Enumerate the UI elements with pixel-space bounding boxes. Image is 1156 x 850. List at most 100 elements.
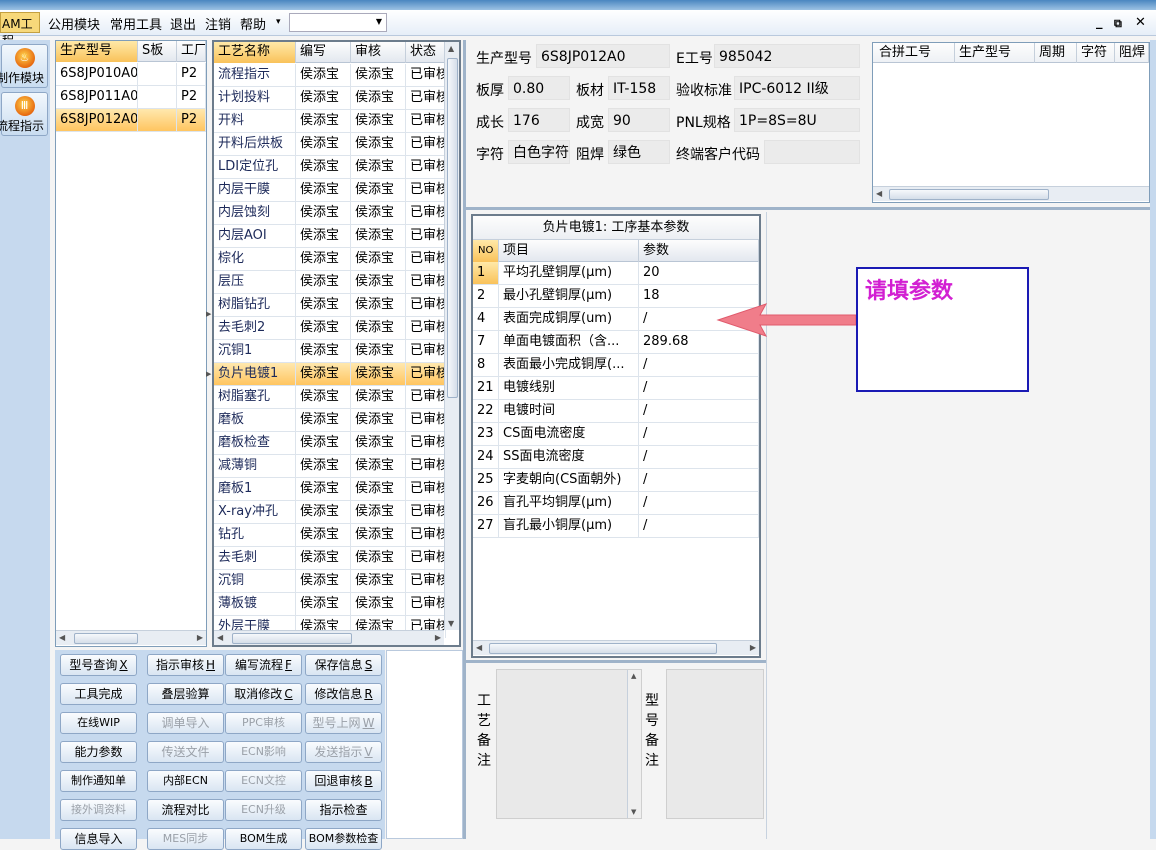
col-combined-mask[interactable]: 阻焊	[1115, 43, 1149, 63]
table-row[interactable]: 负片电镀1 侯添宝 侯添宝 已审核	[214, 363, 446, 386]
horizontal-splitter[interactable]	[466, 207, 1156, 210]
model-list-hscrollbar[interactable]: ◀ ▶	[56, 630, 206, 645]
table-row[interactable]: 树脂钻孔 侯添宝 侯添宝 已审核	[214, 294, 446, 317]
menu-item-logout[interactable]: 注销	[205, 14, 231, 33]
action-button[interactable]: 回退审核 B	[305, 770, 382, 792]
splitter-grip-icon[interactable]: ▶	[206, 370, 211, 378]
cell-value[interactable]: /	[639, 446, 759, 468]
action-button[interactable]: 保存信息 S	[305, 654, 382, 676]
table-row[interactable]: 内层干膜 侯添宝 侯添宝 已审核	[214, 179, 446, 202]
model-field[interactable]: 6S8JP012A0	[536, 44, 670, 68]
action-button[interactable]: 发送指示 V	[305, 741, 382, 763]
col-status[interactable]: 状态	[406, 42, 446, 63]
menu-item-common-tools[interactable]: 常用工具	[110, 14, 162, 33]
table-row[interactable]: 开料后烘板 侯添宝 侯添宝 已审核	[214, 133, 446, 156]
restore-button[interactable]: ⧉	[1114, 17, 1122, 31]
pnl-field[interactable]: 1P=8S=8U	[734, 108, 860, 132]
process-list-hscrollbar[interactable]: ◀ ▶	[214, 630, 444, 645]
menu-item-public-module[interactable]: 公用模块	[48, 14, 100, 33]
action-button[interactable]: 编写流程 F	[225, 654, 302, 676]
action-button[interactable]: 在线WIP	[60, 712, 137, 734]
table-row[interactable]: 25 字麦朝向(CS面朝外) /	[473, 469, 759, 492]
cell-value[interactable]: /	[639, 492, 759, 514]
memo-splitter[interactable]	[466, 660, 766, 663]
action-button[interactable]: ECN升级	[225, 799, 302, 821]
cell-value[interactable]: 20	[639, 262, 759, 284]
table-row[interactable]: 磨板检查 侯添宝 侯添宝 已审核	[214, 432, 446, 455]
action-button[interactable]: MES同步	[147, 828, 224, 850]
table-row[interactable]: 26 盲孔平均铜厚(μm) /	[473, 492, 759, 515]
table-row[interactable]: 棕化 侯添宝 侯添宝 已审核	[214, 248, 446, 271]
vertical-splitter[interactable]	[463, 40, 466, 839]
action-button[interactable]: 内部ECN	[147, 770, 224, 792]
action-button[interactable]: 调单导入	[147, 712, 224, 734]
table-row[interactable]: 1 平均孔壁铜厚(μm) 20	[473, 262, 759, 285]
scroll-thumb[interactable]	[74, 633, 138, 644]
scroll-down-icon[interactable]: ▼	[631, 808, 636, 816]
length-field[interactable]: 176	[508, 108, 570, 132]
scroll-up-icon[interactable]: ▲	[448, 44, 454, 53]
col-s-board[interactable]: S板	[138, 41, 177, 62]
table-row[interactable]: 6S8JP010A0 P2	[56, 63, 206, 86]
table-row[interactable]: 27 盲孔最小铜厚(μm) /	[473, 515, 759, 538]
action-button[interactable]: 叠层验算	[147, 683, 224, 705]
action-button[interactable]: 指示检查	[305, 799, 382, 821]
menu-overflow-chevron-icon[interactable]: ▾	[276, 17, 281, 27]
scroll-thumb[interactable]	[232, 633, 352, 644]
table-row[interactable]: 6S8JP012A0 P2	[56, 109, 206, 132]
action-button[interactable]: 流程对比	[147, 799, 224, 821]
col-reviewer[interactable]: 审核	[351, 42, 406, 63]
scroll-left-icon[interactable]: ◀	[476, 643, 482, 652]
action-button[interactable]: ECN影响	[225, 741, 302, 763]
table-row[interactable]: 计划投料 侯添宝 侯添宝 已审核	[214, 87, 446, 110]
table-row[interactable]: 去毛刺2 侯添宝 侯添宝 已审核	[214, 317, 446, 340]
action-button[interactable]: PPC审核	[225, 712, 302, 734]
table-row[interactable]: 沉铜1 侯添宝 侯添宝 已审核	[214, 340, 446, 363]
process-list-vscrollbar[interactable]: ▲ ▼	[444, 42, 459, 630]
table-row[interactable]: 24 SS面电流密度 /	[473, 446, 759, 469]
action-button[interactable]: 制作通知单	[60, 770, 137, 792]
customer-code-field[interactable]	[764, 140, 860, 164]
material-field[interactable]: IT-158	[608, 76, 670, 100]
cell-value[interactable]: /	[639, 469, 759, 491]
table-row[interactable]: X-ray冲孔 侯添宝 侯添宝 已审核	[214, 501, 446, 524]
action-button[interactable]: BOM参数检查	[305, 828, 382, 850]
scroll-left-icon[interactable]: ◀	[876, 189, 882, 198]
cell-value[interactable]: /	[639, 515, 759, 537]
table-row[interactable]: 钻孔 侯添宝 侯添宝 已审核	[214, 524, 446, 547]
action-button[interactable]: 型号查询 X	[60, 654, 137, 676]
action-button[interactable]: ECN文控	[225, 770, 302, 792]
scroll-right-icon[interactable]: ▶	[197, 633, 203, 642]
sidebar-item-process-instruction[interactable]: Ⅲ 流程指示	[0, 92, 48, 136]
cell-value[interactable]: /	[639, 354, 759, 376]
col-item[interactable]: 项目	[499, 240, 639, 262]
action-button[interactable]: 接外调资料	[60, 799, 137, 821]
combined-hscrollbar[interactable]: ◀	[873, 186, 1149, 201]
table-row[interactable]: 磨板 侯添宝 侯添宝 已审核	[214, 409, 446, 432]
scroll-right-icon[interactable]: ▶	[750, 643, 756, 652]
close-button[interactable]: ✕	[1135, 15, 1146, 30]
solder-mask-field[interactable]: 绿色	[608, 140, 670, 164]
cell-value[interactable]: /	[639, 400, 759, 422]
memo-vscrollbar[interactable]: ▲ ▼	[627, 670, 641, 818]
table-row[interactable]: 树脂塞孔 侯添宝 侯添宝 已审核	[214, 386, 446, 409]
table-row[interactable]: 磨板1 侯添宝 侯添宝 已审核	[214, 478, 446, 501]
menu-item-exit[interactable]: 退出	[170, 14, 196, 33]
scroll-right-icon[interactable]: ▶	[435, 633, 441, 642]
process-memo-textarea[interactable]: ▲ ▼	[496, 669, 642, 819]
action-button[interactable]: 型号上网 W	[305, 712, 382, 734]
model-memo-textarea[interactable]	[666, 669, 764, 819]
params-hscrollbar[interactable]: ◀ ▶	[473, 640, 759, 655]
table-row[interactable]: 减薄铜 侯添宝 侯添宝 已审核	[214, 455, 446, 478]
col-process-name[interactable]: 工艺名称	[214, 42, 296, 63]
col-factory[interactable]: 工厂	[177, 41, 206, 62]
col-combined-cycle[interactable]: 周期	[1035, 43, 1077, 63]
splitter-grip-icon[interactable]: ▶	[206, 310, 211, 318]
table-row[interactable]: 流程指示 侯添宝 侯添宝 已审核	[214, 64, 446, 87]
table-row[interactable]: LDI定位孔 侯添宝 侯添宝 已审核	[214, 156, 446, 179]
col-writer[interactable]: 编写	[296, 42, 351, 63]
sidebar-item-make-module[interactable]: ♨ 制作模块	[0, 44, 48, 88]
menu-item-am-project[interactable]: AM工程	[0, 12, 40, 48]
char-field[interactable]: 白色字符	[508, 140, 570, 164]
action-button[interactable]: 传送文件	[147, 741, 224, 763]
